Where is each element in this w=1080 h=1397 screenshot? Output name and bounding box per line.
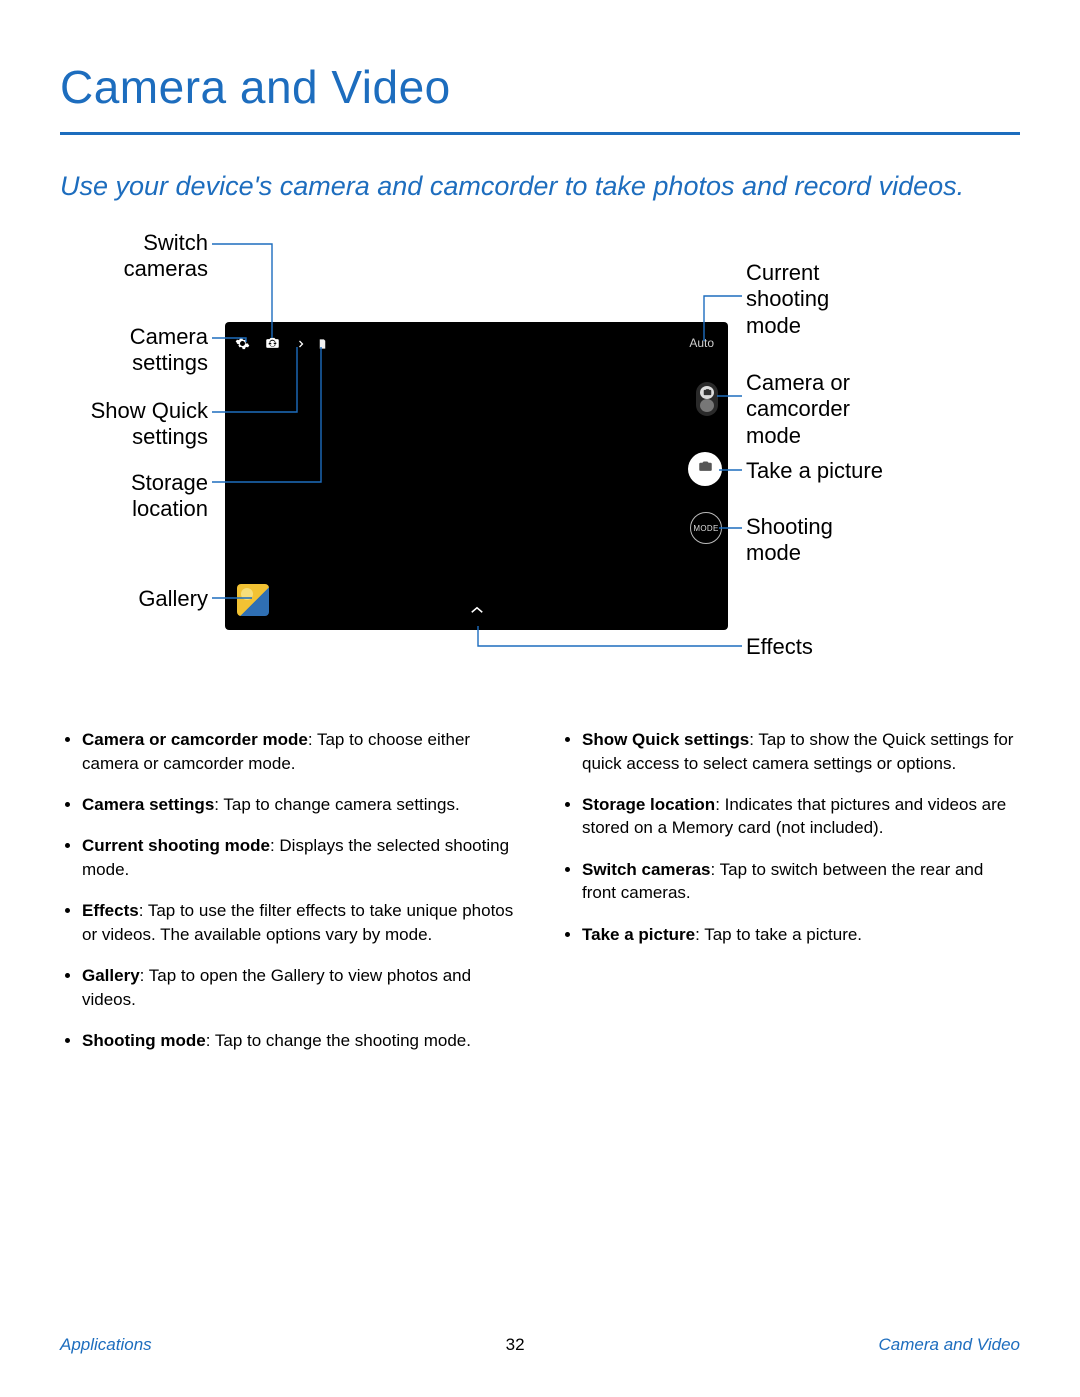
bullet-item: Take a picture: Tap to take a picture. — [582, 923, 1020, 946]
bullet-item: Gallery: Tap to open the Gallery to view… — [82, 964, 520, 1011]
callout-shooting-mode: Shootingmode — [746, 514, 946, 567]
callout-current-mode: Currentshootingmode — [746, 260, 946, 339]
gear-icon — [235, 336, 250, 351]
bullet-desc: : Tap to change the shooting mode. — [206, 1031, 471, 1050]
storage-icon — [317, 337, 328, 351]
bullet-item: Storage location: Indicates that picture… — [582, 793, 1020, 840]
effects-caret-icon — [464, 601, 490, 624]
bullet-item: Camera or camcorder mode: Tap to choose … — [82, 728, 520, 775]
bullet-item: Effects: Tap to use the filter effects t… — [82, 899, 520, 946]
footer-page-number: 32 — [506, 1335, 525, 1355]
camera-screenshot: Auto MODE — [225, 322, 728, 630]
page-footer: Applications 32 Camera and Video — [60, 1335, 1020, 1355]
mode-button: MODE — [690, 512, 722, 544]
bullet-desc: : Tap to use the filter effects to take … — [82, 901, 513, 943]
callout-effects: Effects — [746, 634, 946, 660]
bullet-term: Gallery — [82, 966, 140, 985]
footer-right: Camera and Video — [879, 1335, 1020, 1355]
bullet-item: Camera settings: Tap to change camera se… — [82, 793, 520, 816]
bullet-term: Camera or camcorder mode — [82, 730, 308, 749]
bullet-term: Show Quick settings — [582, 730, 749, 749]
bullet-list-left: Camera or camcorder mode: Tap to choose … — [60, 728, 520, 1053]
gallery-thumbnail — [237, 584, 269, 616]
bullet-term: Take a picture — [582, 925, 695, 944]
bullet-item: Current shooting mode: Displays the sele… — [82, 834, 520, 881]
right-column: Show Quick settings: Tap to show the Qui… — [560, 728, 1020, 1071]
bullet-desc: : Tap to take a picture. — [695, 925, 862, 944]
page-title: Camera and Video — [60, 60, 1020, 114]
bullet-desc: : Tap to change camera settings. — [214, 795, 459, 814]
bullet-desc: : Tap to open the Gallery to view photos… — [82, 966, 471, 1008]
callout-storage: Storagelocation — [60, 470, 208, 523]
camera-camcorder-toggle — [696, 382, 718, 416]
bullet-term: Shooting mode — [82, 1031, 206, 1050]
mode-button-label: MODE — [693, 524, 718, 533]
callout-show-quick: Show Quicksettings — [60, 398, 208, 451]
bullet-item: Switch cameras: Tap to switch between th… — [582, 858, 1020, 905]
camera-diagram: Switchcameras Camerasettings Show Quicks… — [60, 230, 1020, 686]
bullet-term: Current shooting mode — [82, 836, 270, 855]
auto-mode-label: Auto — [689, 336, 714, 350]
camera-topbar — [235, 336, 328, 351]
camera-icon — [698, 459, 713, 479]
callout-take-picture: Take a picture — [746, 458, 986, 484]
chevron-right-icon — [295, 338, 307, 350]
camcorder-toggle-dot — [700, 399, 714, 412]
bullet-term: Switch cameras — [582, 860, 711, 879]
shutter-button — [688, 452, 722, 486]
camera-toggle-dot — [700, 386, 714, 399]
switch-camera-icon — [264, 336, 281, 351]
bullet-term: Storage location — [582, 795, 715, 814]
callout-switch-cameras: Switchcameras — [60, 230, 208, 283]
intro-text: Use your device's camera and camcorder t… — [60, 169, 1020, 204]
bullet-item: Show Quick settings: Tap to show the Qui… — [582, 728, 1020, 775]
bullet-term: Effects — [82, 901, 139, 920]
callout-cam-camcorder: Camera orcamcordermode — [746, 370, 946, 449]
footer-left: Applications — [60, 1335, 152, 1355]
title-rule — [60, 132, 1020, 135]
bullet-item: Shooting mode: Tap to change the shootin… — [82, 1029, 520, 1052]
callout-camera-settings: Camerasettings — [60, 324, 208, 377]
left-column: Camera or camcorder mode: Tap to choose … — [60, 728, 520, 1071]
bullet-term: Camera settings — [82, 795, 214, 814]
callout-gallery: Gallery — [60, 586, 208, 612]
bullet-list-right: Show Quick settings: Tap to show the Qui… — [560, 728, 1020, 946]
description-columns: Camera or camcorder mode: Tap to choose … — [60, 728, 1020, 1071]
